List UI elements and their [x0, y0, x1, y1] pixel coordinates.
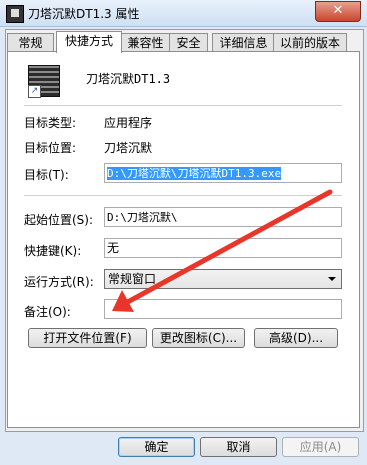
- tab-shortcut[interactable]: 快捷方式: [56, 31, 122, 53]
- ok-button[interactable]: 确定: [118, 437, 195, 457]
- start-in-label: 起始位置(S):: [24, 213, 94, 227]
- shortcut-arrow-icon: ↗: [28, 85, 41, 98]
- title-bar: 刀塔沉默DT1.3 属性 ✕: [0, 0, 367, 27]
- start-in-field[interactable]: D:\刀塔沉默\: [104, 207, 342, 227]
- shortcut-key-label: 快捷键(K):: [24, 244, 82, 258]
- tab-security[interactable]: 安全: [169, 33, 208, 52]
- tab-general[interactable]: 常规: [7, 33, 54, 52]
- shortcut-key-field[interactable]: 无: [104, 238, 342, 258]
- target-type-label: 目标类型:: [24, 116, 77, 130]
- app-icon: [6, 5, 24, 23]
- chevron-down-icon: [328, 277, 336, 281]
- run-label: 运行方式(R):: [24, 275, 94, 289]
- tab-details[interactable]: 详细信息: [212, 33, 275, 52]
- advanced-button[interactable]: 高级(D)...: [254, 328, 338, 348]
- window-title: 刀塔沉默DT1.3 属性: [28, 7, 140, 21]
- apply-button[interactable]: 应用(A): [282, 437, 359, 457]
- target-label: 目标(T):: [24, 168, 69, 182]
- target-field[interactable]: D:\刀塔沉默\刀塔沉默DT1.3.exe: [104, 163, 342, 183]
- open-file-location-button[interactable]: 打开文件位置(F): [28, 328, 147, 348]
- comment-label: 备注(O):: [24, 305, 71, 319]
- divider: [24, 105, 342, 106]
- target-value: D:\刀塔沉默\刀塔沉默DT1.3.exe: [107, 167, 282, 180]
- shortcut-name: 刀塔沉默DT1.3: [86, 72, 171, 86]
- target-location-value: 刀塔沉默: [104, 141, 153, 155]
- change-icon-button[interactable]: 更改图标(C)...: [152, 328, 245, 348]
- tab-previous-versions[interactable]: 以前的版本: [273, 33, 347, 52]
- tab-compatibility[interactable]: 兼容性: [120, 33, 171, 52]
- target-type-value: 应用程序: [104, 116, 153, 130]
- target-location-label: 目标位置:: [24, 141, 77, 155]
- divider: [24, 195, 342, 196]
- run-select-value: 常规窗口: [108, 272, 157, 286]
- tab-strip: 常规 快捷方式 兼容性 安全 详细信息 以前的版本: [5, 31, 362, 53]
- cancel-button[interactable]: 取消: [200, 437, 277, 457]
- run-select[interactable]: 常规窗口: [104, 269, 342, 289]
- comment-field[interactable]: [104, 299, 342, 319]
- close-button[interactable]: ✕: [315, 1, 361, 22]
